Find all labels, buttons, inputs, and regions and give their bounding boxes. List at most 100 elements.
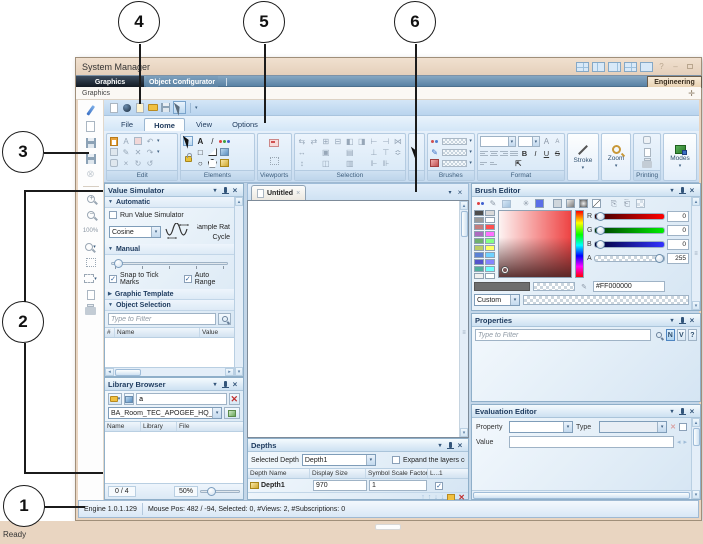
depth-scale-cell[interactable]: 1 [369, 480, 427, 491]
close-icon[interactable]: × [230, 379, 240, 389]
expand-layers-checkbox[interactable] [392, 456, 400, 464]
properties-list[interactable] [472, 343, 700, 401]
object-filter-search-icon[interactable] [218, 313, 231, 325]
red-slider[interactable] [594, 213, 665, 220]
close-icon[interactable]: × [687, 315, 697, 325]
bold-icon[interactable]: B [520, 149, 529, 158]
selection-marquee-icon[interactable] [83, 256, 99, 269]
canvas-scroll-up-icon[interactable]: ▴ [460, 201, 468, 210]
palette-swatch[interactable] [485, 252, 495, 258]
help-icon[interactable]: ? [656, 62, 667, 71]
refresh-icon[interactable]: ↻ [133, 158, 143, 168]
resize-icon[interactable]: ⊞ [321, 136, 331, 146]
hscroll-thumb[interactable] [115, 369, 141, 376]
depth-name-cell[interactable]: Depth1 [261, 482, 311, 489]
library-search-input[interactable] [136, 393, 227, 405]
pattern-brush-icon[interactable] [634, 198, 646, 209]
align-center-icon[interactable]: ⊩ [369, 158, 379, 168]
blue-thumb[interactable] [596, 240, 605, 249]
new-document-icon[interactable] [83, 120, 99, 133]
hue-slider[interactable] [575, 210, 584, 278]
distribute-icon[interactable]: ⋈ [393, 136, 403, 146]
save-as-icon[interactable] [83, 152, 99, 165]
brightness-icon[interactable]: ✳ [520, 198, 532, 209]
palette-swatch[interactable] [474, 210, 484, 216]
print-icon[interactable] [83, 304, 99, 317]
selected-depth-combo[interactable]: Depth1▾ [302, 454, 376, 466]
scroll-right-icon[interactable]: ▸ [225, 368, 234, 376]
viewport-select-icon[interactable] [269, 156, 279, 166]
column-lib-file[interactable]: File [177, 422, 243, 431]
scroll-up-icon[interactable]: ▴ [235, 197, 243, 206]
zoom-custom-icon[interactable]: ▾ [83, 240, 99, 253]
library-select-combo[interactable]: BA_Room_TEC_APOGEE_HQ_1▾ [108, 407, 222, 419]
underline-icon[interactable]: U [542, 149, 551, 158]
layout-grid-icon[interactable] [576, 62, 589, 72]
pin-icon[interactable] [677, 185, 687, 195]
triangle-tool-icon[interactable] [207, 147, 217, 157]
font-size-combo[interactable]: ▾ [518, 136, 540, 147]
canvas-scroll-down-icon[interactable]: ▾ [460, 428, 468, 437]
object-selection-list[interactable] [105, 338, 234, 367]
group-icon[interactable]: ▤ [345, 147, 355, 157]
print-button-icon[interactable] [642, 159, 652, 169]
symbol-library-icon[interactable] [219, 158, 229, 168]
polygon-tool-icon[interactable] [207, 158, 217, 168]
auto-range-checkbox[interactable]: ✓ [184, 275, 192, 283]
scroll-up-icon[interactable]: ▴ [692, 418, 700, 427]
palette-icon[interactable] [219, 136, 229, 146]
send-backward-icon[interactable]: ◨ [357, 136, 367, 146]
column-lib-name[interactable]: Name [105, 422, 141, 431]
zoom-button[interactable]: Zoom ▾ [601, 133, 631, 181]
char-spacing-icon[interactable]: ⇱ [514, 159, 523, 168]
evaluation-hscrollbar[interactable] [472, 490, 691, 499]
hex-color-field[interactable]: #FF000000 [593, 281, 665, 292]
ribbon-tab-view[interactable]: View [187, 118, 221, 131]
eyedropper-icon[interactable]: ✎ [578, 281, 590, 292]
palette-swatch[interactable] [485, 273, 495, 279]
library-refresh-button[interactable] [224, 407, 240, 419]
ribbon-tab-options[interactable]: Options [223, 118, 267, 131]
evaluation-hscroll-thumb[interactable] [473, 492, 690, 499]
scroll-up-icon[interactable]: ▴ [692, 197, 700, 206]
prev-evaluation-icon[interactable]: ◂ [677, 438, 681, 446]
palette-swatch[interactable] [474, 224, 484, 230]
ungroup-icon[interactable]: ▥ [345, 158, 355, 168]
palette-swatch[interactable] [474, 238, 484, 244]
column-l1[interactable]: L...1 [428, 469, 468, 478]
zoom-out-icon[interactable]: − [83, 208, 99, 221]
close-icon[interactable]: × [687, 185, 697, 195]
manual-section-header[interactable]: ▼Manual [105, 244, 234, 255]
print-preview-icon[interactable] [642, 135, 652, 145]
zoom-in-icon[interactable]: + [83, 192, 99, 205]
ribbon-tab-home[interactable]: Home [144, 118, 185, 131]
paste-icon[interactable] [109, 136, 119, 146]
pin-icon[interactable] [445, 440, 455, 450]
evaluation-vscrollbar[interactable]: ▴ ▾ [691, 418, 700, 499]
object-filter-input[interactable] [108, 313, 216, 325]
automatic-section-header[interactable]: ▼Automatic [105, 197, 234, 208]
strikethrough-icon[interactable]: S [553, 149, 562, 158]
pin-icon[interactable] [220, 379, 230, 389]
qat-overflow-icon[interactable]: ▾ [195, 105, 198, 111]
pin-icon[interactable] [677, 315, 687, 325]
column-scale-factor[interactable]: Symbol Scale Factor [366, 469, 428, 478]
qat-new-icon[interactable] [108, 102, 119, 113]
qat-save-icon[interactable] [160, 102, 171, 113]
value-simulator-vscrollbar[interactable]: ▴ ▾ [234, 197, 243, 376]
fill-brush-swatch[interactable] [442, 138, 468, 145]
depth-l1-checkbox[interactable]: ✓ [435, 482, 443, 490]
library-view-button[interactable] [124, 393, 134, 405]
alpha-value[interactable]: 255 [667, 253, 689, 264]
layout-quad-icon[interactable] [624, 62, 637, 72]
cut-icon[interactable]: ✕ [133, 147, 143, 157]
qat-open-folder-icon[interactable] [147, 102, 158, 113]
flip-vertical-icon[interactable]: ↕ [297, 158, 307, 168]
red-value[interactable]: 0 [667, 211, 689, 222]
red-thumb[interactable] [596, 212, 605, 221]
waveform-combo[interactable]: Cosine▾ [109, 226, 161, 238]
scroll-down-icon[interactable]: ▾ [692, 301, 700, 310]
close-icon[interactable]: × [230, 185, 240, 195]
gradient-stop-strip[interactable] [523, 295, 689, 305]
panel-menu-icon[interactable]: ▾ [667, 185, 677, 195]
